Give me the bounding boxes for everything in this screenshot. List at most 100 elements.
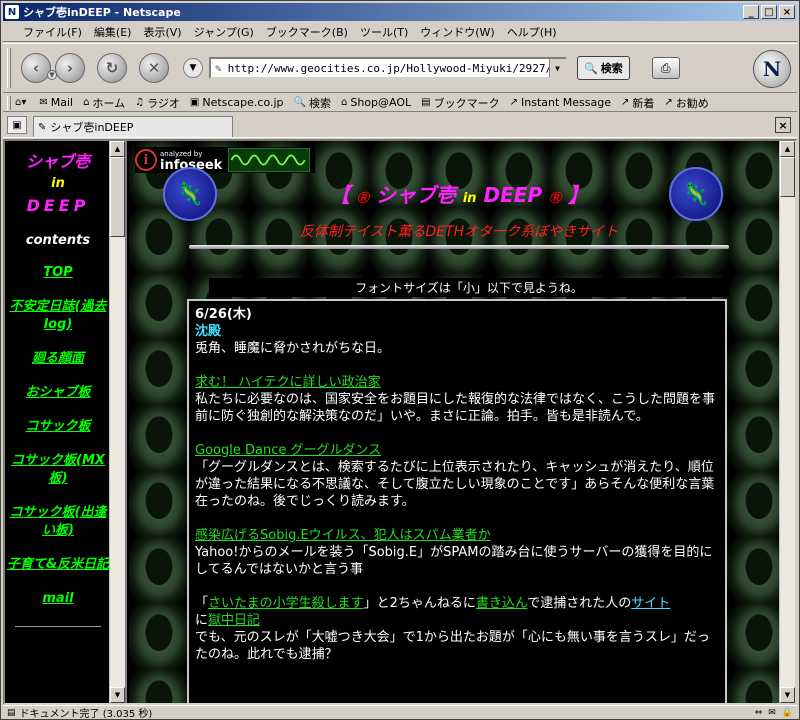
nav-link-parenting-diary[interactable]: 子育て&反米日記 [5, 556, 111, 574]
toolbar-grip[interactable] [7, 48, 11, 88]
url-text: http://www.geocities.co.jp/Hollywood-Miy… [227, 61, 553, 75]
tab-label: シャブ壱inDEEP [50, 121, 134, 134]
forward-button[interactable]: › [55, 53, 85, 83]
waveform-icon [228, 148, 311, 172]
site-title-deep: DEEP [26, 196, 90, 215]
entry-text-part: で逮捕された人の [527, 596, 632, 611]
diary-entry: 求む！ ハイテクに詳しい政治家 私たちに必要なのは、国家安全をお題目にした報復的… [195, 374, 719, 425]
page-content: シャブ壱 in DEEP contents TOP 不安定日誌(過去log) 廻… [3, 139, 797, 705]
menu-go[interactable]: ジャンプ(G) [188, 24, 260, 40]
back-button[interactable]: ‹ [21, 53, 51, 83]
nav-link-cossack-meet-board[interactable]: コサック板(出逢い板) [5, 504, 111, 540]
reload-button[interactable]: ↻ [97, 53, 127, 83]
personal-item-netscape[interactable]: ▣ Netscape.co.jp [190, 96, 284, 109]
main-frame-scrollbar[interactable]: ▲ ▼ [779, 141, 795, 703]
my-icon: ▣ [189, 97, 200, 108]
browser-window: N シャブ壱inDEEP - Netscape _ □ × ファイル(F) 編集… [0, 0, 800, 720]
print-icon[interactable]: ⎙ [651, 57, 680, 79]
menu-file[interactable]: ファイル(F) [17, 24, 88, 40]
title-main: シャブ壱 [375, 183, 456, 207]
personal-item-label: 新着 [632, 96, 655, 110]
search-button[interactable]: 🔍 検索 [577, 56, 630, 80]
scroll-down-arrow-icon[interactable]: ▼ [780, 687, 795, 703]
entry-link[interactable]: 求む！ ハイテクに詳しい政治家 [195, 375, 381, 390]
personal-toolbar: ⌂▾ ✉ Mail ⌂ ホーム ♫ ラジオ ▣ Netscape.co.jp 🔍 検索 ⌂… [3, 94, 797, 112]
close-tab-button[interactable]: × [775, 117, 791, 133]
entry-quote-open: 「 [195, 596, 209, 611]
url-field[interactable]: ✎ http://www.geocities.co.jp/Hollywood-M… [209, 57, 567, 79]
status-page-icon: ▤ [7, 707, 16, 718]
nav-link-oshabu-board[interactable]: おシャブ板 [5, 384, 111, 402]
close-window-button[interactable]: × [779, 5, 795, 19]
magnifier-icon: 🔍 [584, 61, 598, 75]
search-button-label: 検索 [600, 62, 623, 75]
scroll-up-arrow-icon[interactable]: ▲ [780, 141, 795, 157]
entry-link-post[interactable]: 書き込ん [476, 596, 527, 611]
menu-tools[interactable]: ツール(T) [354, 24, 414, 40]
home-icon: ⌂ [83, 97, 90, 108]
stop-button[interactable]: ✕ [139, 53, 169, 83]
url-history-button[interactable]: ▼ [183, 58, 203, 78]
personal-item-label: Mail [50, 96, 74, 109]
shop-icon: ⌂ [341, 97, 348, 108]
left-frame-scrollbar[interactable]: ▲ ▼ [109, 141, 125, 703]
nav-link-mail[interactable]: mail [5, 590, 111, 608]
nav-link-cossack-board[interactable]: コサック板 [5, 418, 111, 436]
nav-link-diary[interactable]: 不安定日誌(過去log) [5, 298, 111, 334]
personal-item-label: ホーム [92, 96, 126, 110]
nav-link-top[interactable]: TOP [5, 264, 111, 282]
new-tab-icon[interactable]: ▣ [7, 116, 27, 134]
personal-item-search[interactable]: 🔍 検索 [294, 95, 331, 111]
entry-text-part: 」と2ちゃんねるに [363, 596, 476, 611]
entry-text: Yahoo!からのメールを装う「Sobig.E」がSPAMの踏み台に使うサーバー… [195, 545, 713, 577]
scroll-down-arrow-icon[interactable]: ▼ [110, 687, 125, 703]
left-frame: シャブ壱 in DEEP contents TOP 不安定日誌(過去log) 廻… [5, 141, 127, 703]
mail-status-icon[interactable]: ✉ [768, 708, 776, 718]
entry-link-site[interactable]: サイト [631, 596, 670, 611]
entry-link[interactable]: 感染広げるSobig.Eウイルス、犯人はスパム業者か [195, 528, 491, 543]
menu-edit[interactable]: 編集(E) [88, 24, 138, 40]
scroll-thumb[interactable] [780, 157, 795, 197]
personal-item-radio[interactable]: ♫ ラジオ [135, 95, 180, 111]
infoseek-banner[interactable]: i analyzed by infoseek [135, 147, 315, 173]
menu-window[interactable]: ウィンドウ(W) [414, 24, 500, 40]
connection-icon[interactable]: ⇔ [755, 708, 763, 718]
personal-item-shop[interactable]: ⌂ Shop@AOL [341, 96, 411, 109]
netscape-logo-icon[interactable]: N [753, 50, 791, 88]
personal-home-menu[interactable]: ⌂▾ [15, 97, 29, 108]
personal-item-home[interactable]: ⌂ ホーム [83, 95, 125, 111]
nav-link-faces[interactable]: 廻る顔面 [5, 350, 111, 368]
security-lock-icon[interactable]: 🔒 [782, 708, 793, 718]
entry-link[interactable]: Google Dance グーグルダンス [195, 443, 381, 458]
personal-item-instant-message[interactable]: ↗ Instant Message [510, 96, 611, 109]
tab-active[interactable]: ✎ シャブ壱inDEEP [33, 116, 233, 137]
minimize-button[interactable]: _ [743, 5, 759, 19]
personal-toolbar-grip[interactable] [7, 95, 11, 110]
diary-date: 6/26(木) [195, 307, 252, 322]
menu-help[interactable]: ヘルプ(H) [501, 24, 563, 40]
nav-link-cossack-mx-board[interactable]: コサック板(MX板) [5, 452, 111, 488]
entry-link-threat-post[interactable]: さいたまの小学生殺します [208, 596, 364, 611]
personal-item-label: Instant Message [521, 96, 611, 109]
personal-item-mail[interactable]: ✉ Mail [39, 96, 73, 109]
personal-item-label: ラジオ [147, 96, 180, 110]
menu-bookmarks[interactable]: ブックマーク(B) [260, 24, 354, 40]
gecko-emblem-right-icon: 🦎 [669, 167, 723, 221]
personal-item-bookmarks[interactable]: ▤ ブックマーク [421, 95, 499, 111]
url-dropdown-button[interactable]: ▼ [549, 59, 565, 77]
diary-entry-last: 「さいたまの小学生殺します」と2ちゃんねるに書き込んで逮捕された人のサイト に獄… [195, 595, 719, 663]
maximize-button[interactable]: □ [761, 5, 777, 19]
entry-text: でも、元のスレが「大嘘つき大会」で1から出たお題が「心にも無い事を言うスレ」だっ… [195, 630, 710, 662]
entry-text: 私たちに必要なのは、国家安全をお題目にした報復的な法律ではなく、こうした問題を事… [195, 392, 716, 424]
scroll-up-arrow-icon[interactable]: ▲ [110, 141, 125, 157]
entry-link-prison-diary[interactable]: 獄中日記 [208, 613, 260, 628]
title-bracket-open: 【 [329, 183, 350, 207]
font-size-note: フォントサイズは「小」以下で見ようね。 [209, 278, 729, 297]
personal-item-recommended[interactable]: ↗ お勧め [664, 95, 708, 111]
personal-item-new[interactable]: ↗ 新着 [621, 95, 654, 111]
main-frame: i analyzed by infoseek 🦎 🦎 【 Ⓡ シャブ壱 in D… [129, 141, 795, 703]
scroll-thumb[interactable] [110, 157, 125, 237]
window-title: シャブ壱inDEEP - Netscape [23, 6, 181, 19]
url-group: ▼ ✎ http://www.geocities.co.jp/Hollywood… [183, 57, 567, 79]
menu-view[interactable]: 表示(V) [137, 24, 187, 40]
